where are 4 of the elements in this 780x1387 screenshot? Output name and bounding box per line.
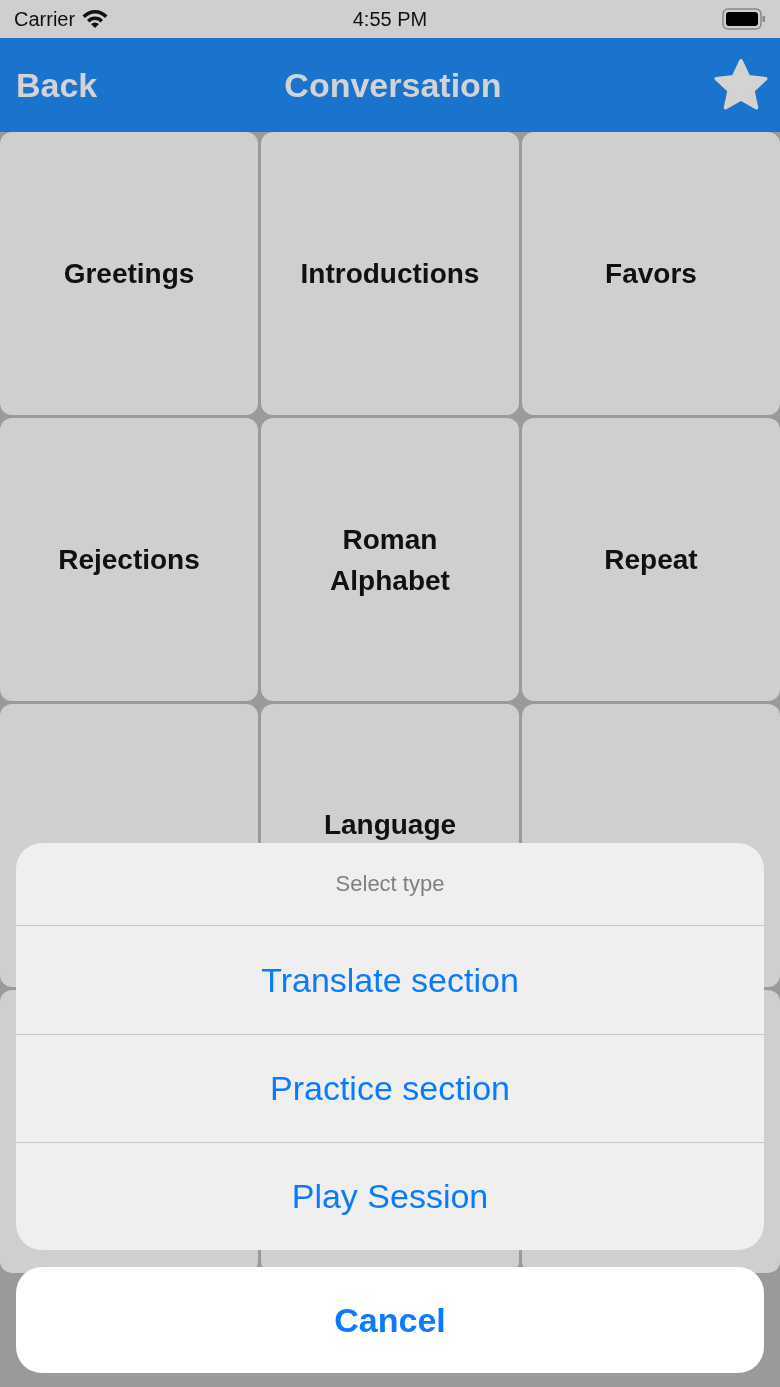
clock-time: 4:55 PM (352, 7, 428, 31)
screen-title: Conversation (284, 65, 502, 105)
carrier-label: Carrier (14, 7, 76, 31)
sheet-title: Select type (335, 871, 445, 897)
